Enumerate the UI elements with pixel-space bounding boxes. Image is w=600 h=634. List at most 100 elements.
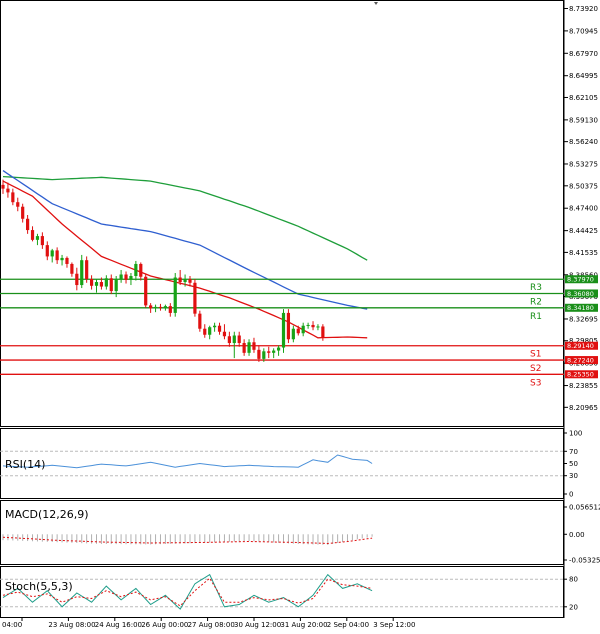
indicator-tick-label: -0.053258 [569, 557, 600, 565]
candle-body [188, 279, 192, 283]
candle-body [306, 324, 310, 326]
price-tick-label: 8.59130 [569, 116, 598, 124]
time-tick-label: 23 Aug 08:00 [48, 621, 95, 629]
candle-body [119, 274, 123, 280]
candle-body [173, 277, 177, 313]
candle-body [286, 312, 291, 340]
time-tick-label: 04:00 [2, 621, 22, 629]
price-tick-label: 8.44425 [569, 227, 598, 235]
level-price-badge-text: 8.27240 [567, 356, 594, 364]
candle-body [75, 273, 79, 286]
candle-body [301, 325, 305, 334]
indicator-tick-label: 100 [569, 430, 582, 438]
level-price-badge-text: 8.25350 [567, 371, 594, 379]
level-price-badge-text: 8.34180 [567, 304, 594, 312]
candle-body [80, 260, 84, 286]
candle-body [276, 347, 281, 351]
candle-body [222, 331, 227, 337]
candle-body [40, 236, 44, 246]
price-tick-label: 8.62105 [569, 94, 598, 102]
price-tick-label: 8.53275 [569, 160, 598, 168]
price-tick-label: 8.47400 [569, 205, 598, 213]
price-tick-label: 8.23855 [569, 382, 598, 390]
candle-body [272, 350, 276, 353]
candle-body [149, 305, 153, 309]
candle-body [60, 257, 64, 261]
candle-body [208, 327, 212, 335]
candle-body [153, 306, 158, 309]
price-tick-label: 8.32695 [569, 315, 598, 323]
time-tick-label: 26 Aug 00:00 [141, 621, 188, 629]
indicator-tick-label: 50 [569, 460, 578, 468]
candle-body [291, 328, 295, 340]
candle-body [296, 328, 300, 334]
candle-body [1, 184, 5, 189]
indicator-tick-label: 0.00 [569, 531, 585, 539]
candle-body [35, 236, 40, 240]
candle-body [252, 342, 256, 350]
candle-body [104, 278, 108, 287]
candle-body [198, 313, 202, 329]
candle-body [26, 218, 30, 231]
level-price-badge-text: 8.37970 [567, 276, 594, 284]
candle-body [11, 192, 15, 203]
candle-body [217, 325, 222, 332]
level-label-s2: S2 [530, 364, 541, 374]
candle-body [70, 263, 74, 274]
candle-body [94, 282, 99, 286]
candle-body [65, 257, 69, 264]
candle-body [99, 282, 104, 287]
level-label-r2: R2 [530, 297, 542, 307]
indicator-tick-label: 30 [569, 472, 578, 480]
price-tick-label: 8.67970 [569, 50, 598, 58]
level-label-r1: R1 [530, 312, 542, 322]
candle-body [237, 335, 241, 344]
level-label-r3: R3 [530, 283, 542, 293]
time-tick-label: 2 Sep 04:00 [327, 621, 369, 629]
candle-body [163, 306, 167, 308]
main-panel-frame [0, 0, 564, 427]
candle-body [316, 326, 320, 328]
candle-body [262, 351, 266, 359]
candle-body [45, 245, 49, 257]
candle-body [21, 206, 25, 219]
candle-body [144, 276, 148, 306]
candle-body [55, 250, 59, 261]
rsi-panel-frame [0, 428, 564, 499]
candle-body [183, 279, 187, 283]
price-chart: R3 R2 R1 S1 S2 S3 8.73920 8.70945 8.67970 8.6499… [0, 0, 600, 629]
stoch-panel-frame [0, 566, 564, 618]
candle-body [114, 279, 118, 292]
price-tick-label: 8.41535 [569, 249, 598, 257]
candle-body [124, 274, 128, 280]
candle-body [89, 279, 94, 286]
indicator-tick-label: 0 [569, 491, 573, 499]
price-tick-label: 8.50375 [569, 182, 598, 190]
candle-body [139, 263, 143, 277]
time-tick-label: 31 Aug 20:00 [280, 621, 327, 629]
stoch-title: Stoch(5,5,3) [5, 580, 73, 593]
level-label-s3: S3 [530, 378, 541, 388]
indicator-tick-label: 70 [569, 448, 578, 456]
price-tick-label: 8.20965 [569, 404, 598, 412]
indicator-tick-label: 20 [569, 603, 578, 611]
time-tick-label: 24 Aug 16:00 [95, 621, 142, 629]
candle-body [321, 326, 325, 338]
candle-body [85, 260, 89, 280]
candle-body [267, 351, 271, 353]
candle-body [50, 250, 54, 257]
candle-body [203, 328, 207, 335]
indicator-tick-label: 80 [569, 576, 578, 584]
price-tick-label: 8.64995 [569, 72, 598, 80]
price-tick-label: 8.70945 [569, 27, 598, 35]
rsi-title: RSI(14) [5, 458, 45, 471]
candle-body [281, 312, 286, 348]
level-label-s1: S1 [530, 350, 541, 360]
candle-body [213, 325, 217, 328]
candle-body [30, 230, 35, 240]
candle-body [227, 336, 231, 344]
price-tick-label: 8.56240 [569, 138, 598, 146]
candle-body [158, 306, 163, 308]
macd-title: MACD(12,26,9) [5, 508, 89, 521]
level-price-badge-text: 8.29140 [567, 342, 594, 350]
